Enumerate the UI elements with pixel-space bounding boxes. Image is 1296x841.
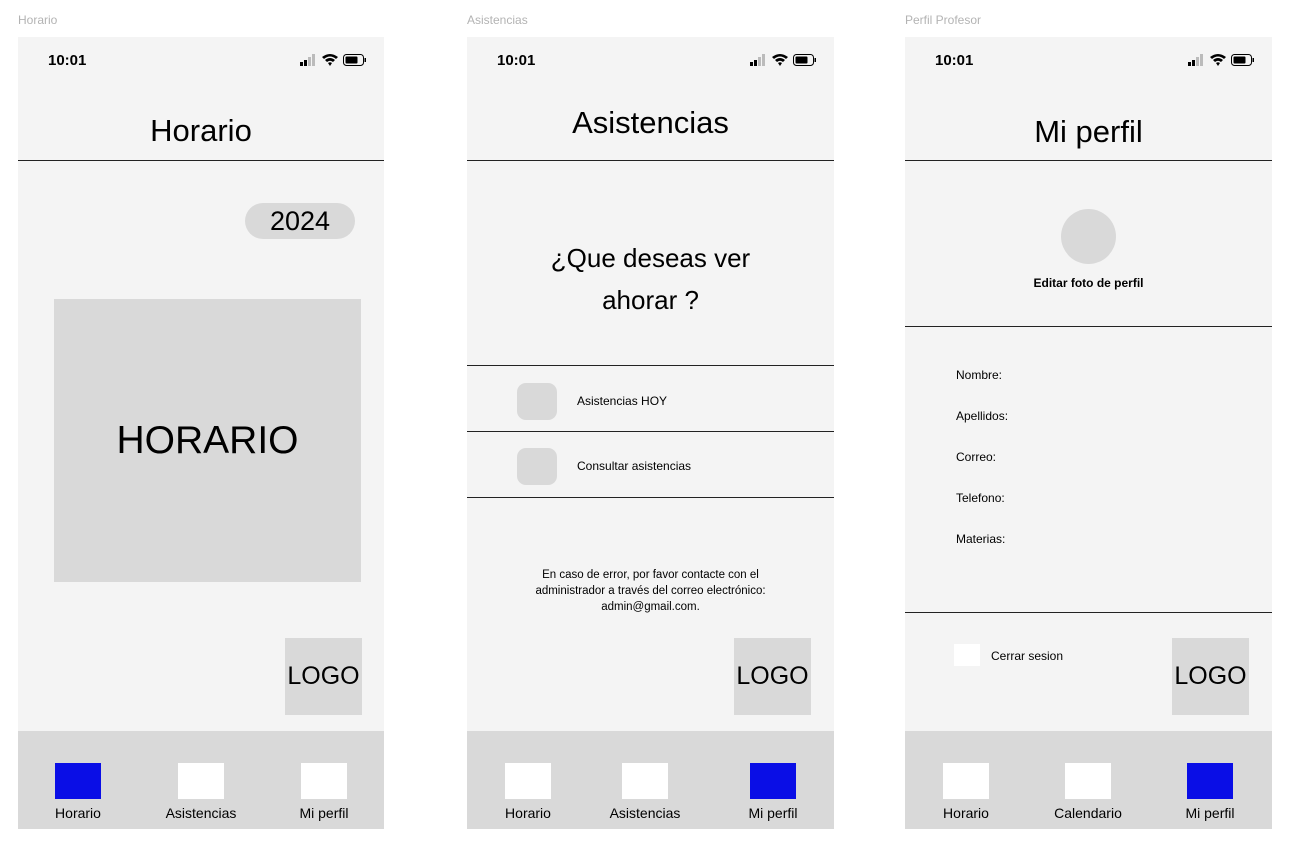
page-title: Horario [150, 113, 252, 148]
nav-item-horario[interactable]: Horario [468, 763, 588, 829]
logo: LOGO [1172, 638, 1249, 715]
status-time: 10:01 [497, 52, 536, 69]
status-icons [1188, 54, 1254, 66]
status-icons [750, 54, 816, 66]
nav-label: Calendario [1054, 805, 1122, 821]
question-text: ¿Que deseas ver ahorar ? [467, 237, 834, 321]
nav-item-mi-perfil[interactable]: Mi perfil [713, 763, 833, 829]
divider [467, 497, 834, 498]
page-title: Mi perfil [1034, 114, 1143, 149]
field-telefono: Telefono: [956, 491, 1005, 505]
wifi-icon [322, 54, 338, 66]
battery-icon [343, 54, 366, 66]
logo: LOGO [734, 638, 811, 715]
nav-horario-icon [55, 763, 101, 799]
error-line: administrador a través del correo electr… [535, 585, 766, 597]
divider [905, 612, 1272, 613]
nav-horario-icon [943, 763, 989, 799]
battery-icon [793, 54, 816, 66]
question-line-1: ¿Que deseas ver [550, 243, 751, 273]
error-line: En caso de error, por favor contacte con… [542, 569, 759, 581]
divider [18, 160, 384, 161]
nav-item-horario[interactable]: Horario [906, 763, 1026, 829]
wifi-icon [1210, 54, 1226, 66]
nav-label: Mi perfil [299, 805, 349, 821]
bottom-nav: Horario Calendario Mi perfil [905, 731, 1272, 829]
nav-label: Horario [55, 805, 101, 821]
nav-label: Asistencias [609, 805, 681, 821]
status-icons [300, 54, 366, 66]
year-badge[interactable]: 2024 [245, 203, 355, 239]
option-icon [517, 448, 557, 485]
logout-label: Cerrar sesion [991, 649, 1064, 663]
signal-icon [750, 54, 765, 66]
signal-icon [300, 54, 315, 66]
battery-icon [1231, 54, 1254, 66]
nav-item-asistencias[interactable]: Asistencias [141, 763, 261, 829]
divider [467, 160, 834, 161]
option-icon [517, 383, 557, 420]
field-apellidos: Apellidos: [956, 409, 1009, 423]
option-label: Consultar asistencias [577, 459, 692, 473]
nav-label: Horario [505, 805, 551, 821]
nav-perfil-icon [750, 763, 796, 799]
wifi-icon [772, 54, 788, 66]
option-label: Asistencias HOY [577, 394, 668, 408]
horario-screen: 10:01 Horario 2024 HORARIO LOGO Horario [18, 37, 384, 829]
nav-label: Mi perfil [1185, 805, 1235, 821]
nav-label: Mi perfil [748, 805, 798, 821]
field-nombre: Nombre: [956, 368, 1003, 382]
field-correo: Correo: [956, 450, 997, 464]
nav-item-horario[interactable]: Horario [18, 763, 138, 829]
edit-photo-link[interactable]: Editar foto de perfil [905, 276, 1272, 290]
nav-perfil-icon [301, 763, 347, 799]
nav-perfil-icon [1187, 763, 1233, 799]
nav-label: Horario [943, 805, 989, 821]
status-time: 10:01 [48, 52, 87, 69]
nav-item-asistencias[interactable]: Asistencias [585, 763, 705, 829]
error-notice: En caso de error, por favor contacte con… [467, 567, 834, 615]
page-title: Asistencias [572, 105, 729, 140]
logout-button[interactable]: Cerrar sesion [954, 643, 1094, 669]
bottom-nav: Horario Asistencias Mi perfil [18, 731, 384, 829]
nav-asistencias-icon [178, 763, 224, 799]
nav-item-calendario[interactable]: Calendario [1028, 763, 1148, 829]
schedule-placeholder: HORARIO [54, 299, 361, 582]
error-email: admin@gmail.com. [601, 601, 700, 613]
nav-item-mi-perfil[interactable]: Mi perfil [264, 763, 384, 829]
field-materias: Materias: [956, 532, 1006, 546]
nav-horario-icon [505, 763, 551, 799]
nav-label: Asistencias [165, 805, 237, 821]
nav-item-mi-perfil[interactable]: Mi perfil [1150, 763, 1270, 829]
frame-label-perfil: Perfil Profesor [905, 13, 982, 27]
asistencias-screen: 10:01 Asistencias ¿Que deseas ver ahorar… [467, 37, 834, 829]
divider [905, 160, 1272, 161]
option-consultar-asistencias[interactable]: Consultar asistencias [467, 432, 834, 497]
divider [905, 326, 1272, 327]
nav-calendario-icon [1065, 763, 1111, 799]
signal-icon [1188, 54, 1203, 66]
avatar[interactable] [1061, 209, 1116, 264]
nav-asistencias-icon [622, 763, 668, 799]
frame-label-horario: Horario [18, 13, 58, 27]
perfil-screen: 10:01 Mi perfil Editar foto de perfil No… [905, 37, 1272, 829]
logo: LOGO [285, 638, 362, 715]
frame-label-asistencias: Asistencias [467, 13, 528, 27]
logout-checkbox [954, 644, 980, 666]
status-time: 10:01 [935, 52, 974, 69]
question-line-2: ahorar ? [602, 285, 699, 315]
bottom-nav: Horario Asistencias Mi perfil [467, 731, 834, 829]
option-asistencias-hoy[interactable]: Asistencias HOY [467, 366, 834, 431]
